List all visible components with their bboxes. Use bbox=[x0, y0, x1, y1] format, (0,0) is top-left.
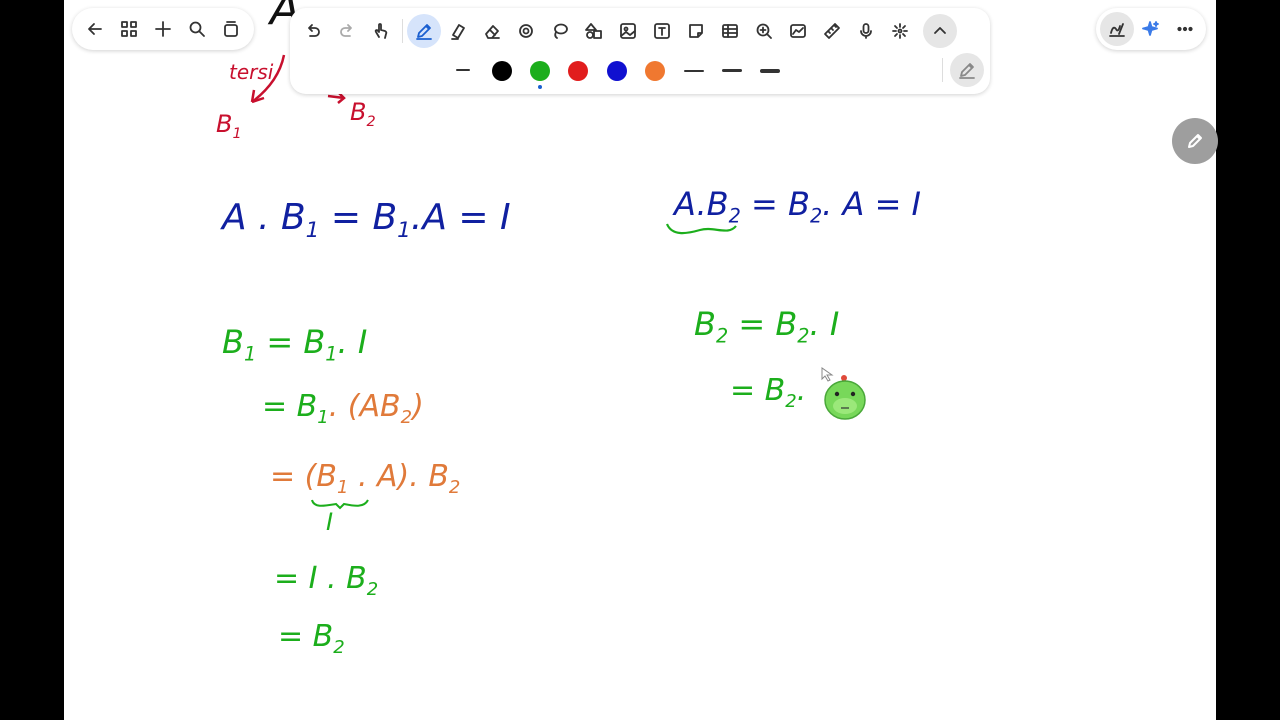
stroke-width-option-1[interactable] bbox=[684, 70, 704, 72]
settings-divider bbox=[942, 58, 943, 82]
note-canvas[interactable]: A tersi B1 B2 A . B1 = B1.A = I A.B2 = B… bbox=[64, 0, 1216, 720]
selected-color-indicator bbox=[538, 85, 542, 89]
sparkle-icon[interactable] bbox=[1134, 12, 1168, 46]
eraser-icon[interactable] bbox=[475, 14, 509, 48]
proof-left-identity-note: I bbox=[326, 508, 334, 536]
zoom-icon[interactable] bbox=[747, 14, 781, 48]
green-underbrace-right bbox=[665, 223, 737, 235]
thin-stroke-option[interactable] bbox=[456, 69, 470, 71]
proof-left-line-3: = (B1 . A). B2 bbox=[270, 459, 461, 498]
stroke-width-option-2[interactable] bbox=[722, 69, 742, 72]
toolbar-divider bbox=[402, 19, 403, 43]
color-swatch-red[interactable] bbox=[568, 61, 588, 81]
text-icon[interactable] bbox=[645, 14, 679, 48]
color-swatch-blue[interactable] bbox=[607, 61, 627, 81]
lasso-icon[interactable] bbox=[543, 14, 577, 48]
proof-right-line-1: B2 = B2. I bbox=[694, 305, 840, 348]
color-swatch-black[interactable] bbox=[492, 61, 512, 81]
grid-icon[interactable] bbox=[112, 12, 146, 46]
main-tool-toolbar bbox=[290, 8, 990, 94]
color-swatch-green[interactable] bbox=[530, 61, 550, 81]
pen-settings-row bbox=[290, 48, 990, 92]
highlighter-icon[interactable] bbox=[441, 14, 475, 48]
floating-edit-button[interactable] bbox=[1172, 118, 1218, 164]
sticky-note-icon[interactable] bbox=[679, 14, 713, 48]
green-underbrace-left bbox=[311, 499, 369, 510]
ruler-icon[interactable] bbox=[815, 14, 849, 48]
proof-left-line-2: = B1. (AB2) bbox=[262, 389, 424, 428]
mic-icon[interactable] bbox=[849, 14, 883, 48]
handwriting-icon[interactable] bbox=[1100, 12, 1134, 46]
right-toolbar bbox=[1096, 8, 1206, 50]
touch-pen-icon[interactable] bbox=[364, 14, 398, 48]
top-B1-label: B1 bbox=[216, 110, 242, 142]
redo-icon[interactable] bbox=[330, 14, 364, 48]
proof-left-line-1: B1 = B1. I bbox=[222, 323, 368, 366]
undo-icon[interactable] bbox=[296, 14, 330, 48]
laser-icon[interactable] bbox=[883, 14, 917, 48]
equation-left: A . B1 = B1.A = I bbox=[222, 197, 511, 244]
shapes-icon[interactable] bbox=[577, 14, 611, 48]
collapse-icon[interactable] bbox=[923, 14, 957, 48]
stroke-width-option-3[interactable] bbox=[760, 69, 780, 73]
pen-settings-icon[interactable] bbox=[950, 53, 984, 87]
top-B2-label: B2 bbox=[350, 98, 376, 130]
table-icon[interactable] bbox=[713, 14, 747, 48]
search-icon[interactable] bbox=[180, 12, 214, 46]
pencil-icon bbox=[1188, 134, 1202, 148]
pages-icon[interactable] bbox=[214, 12, 248, 46]
proof-left-line-4: = I . B2 bbox=[274, 561, 379, 600]
lasso-circle-icon[interactable] bbox=[509, 14, 543, 48]
proof-right-line-2: = B2. bbox=[730, 373, 807, 412]
graph-icon[interactable] bbox=[781, 14, 815, 48]
plus-icon[interactable] bbox=[146, 12, 180, 46]
image-icon[interactable] bbox=[611, 14, 645, 48]
dino-mascot-icon bbox=[824, 375, 866, 420]
color-swatch-orange[interactable] bbox=[645, 61, 665, 81]
pen-icon[interactable] bbox=[407, 14, 441, 48]
proof-left-line-5: = B2 bbox=[278, 619, 345, 658]
left-nav-toolbar bbox=[72, 8, 254, 50]
back-icon[interactable] bbox=[78, 12, 112, 46]
more-icon[interactable] bbox=[1168, 12, 1202, 46]
